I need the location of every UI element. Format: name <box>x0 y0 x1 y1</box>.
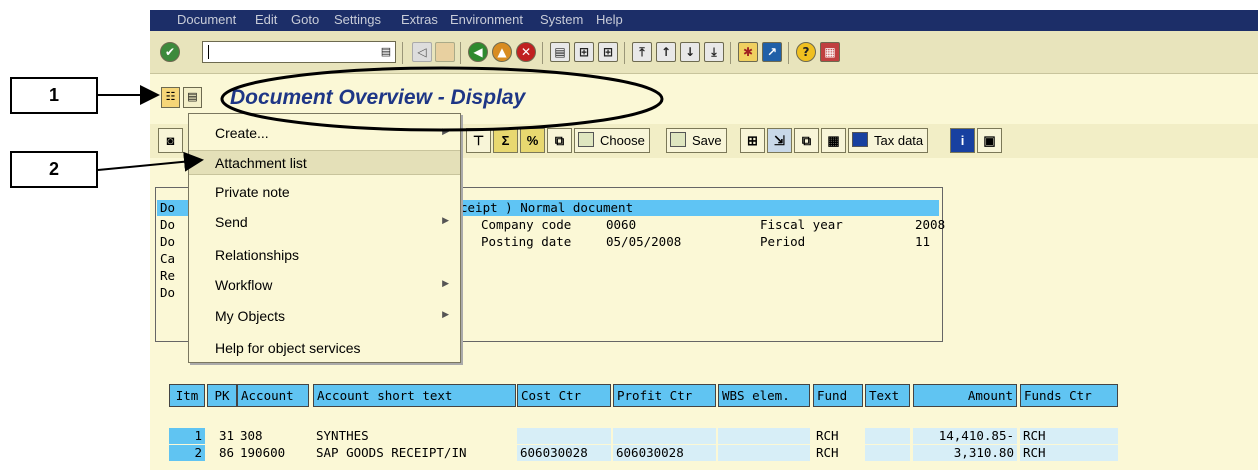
callout-arrow-2 <box>97 151 204 172</box>
annotation-overlay <box>97 66 664 172</box>
callout-box-2: 2 <box>10 151 98 188</box>
highlight-ellipse <box>220 66 664 132</box>
callout-box-1: 1 <box>10 77 98 114</box>
